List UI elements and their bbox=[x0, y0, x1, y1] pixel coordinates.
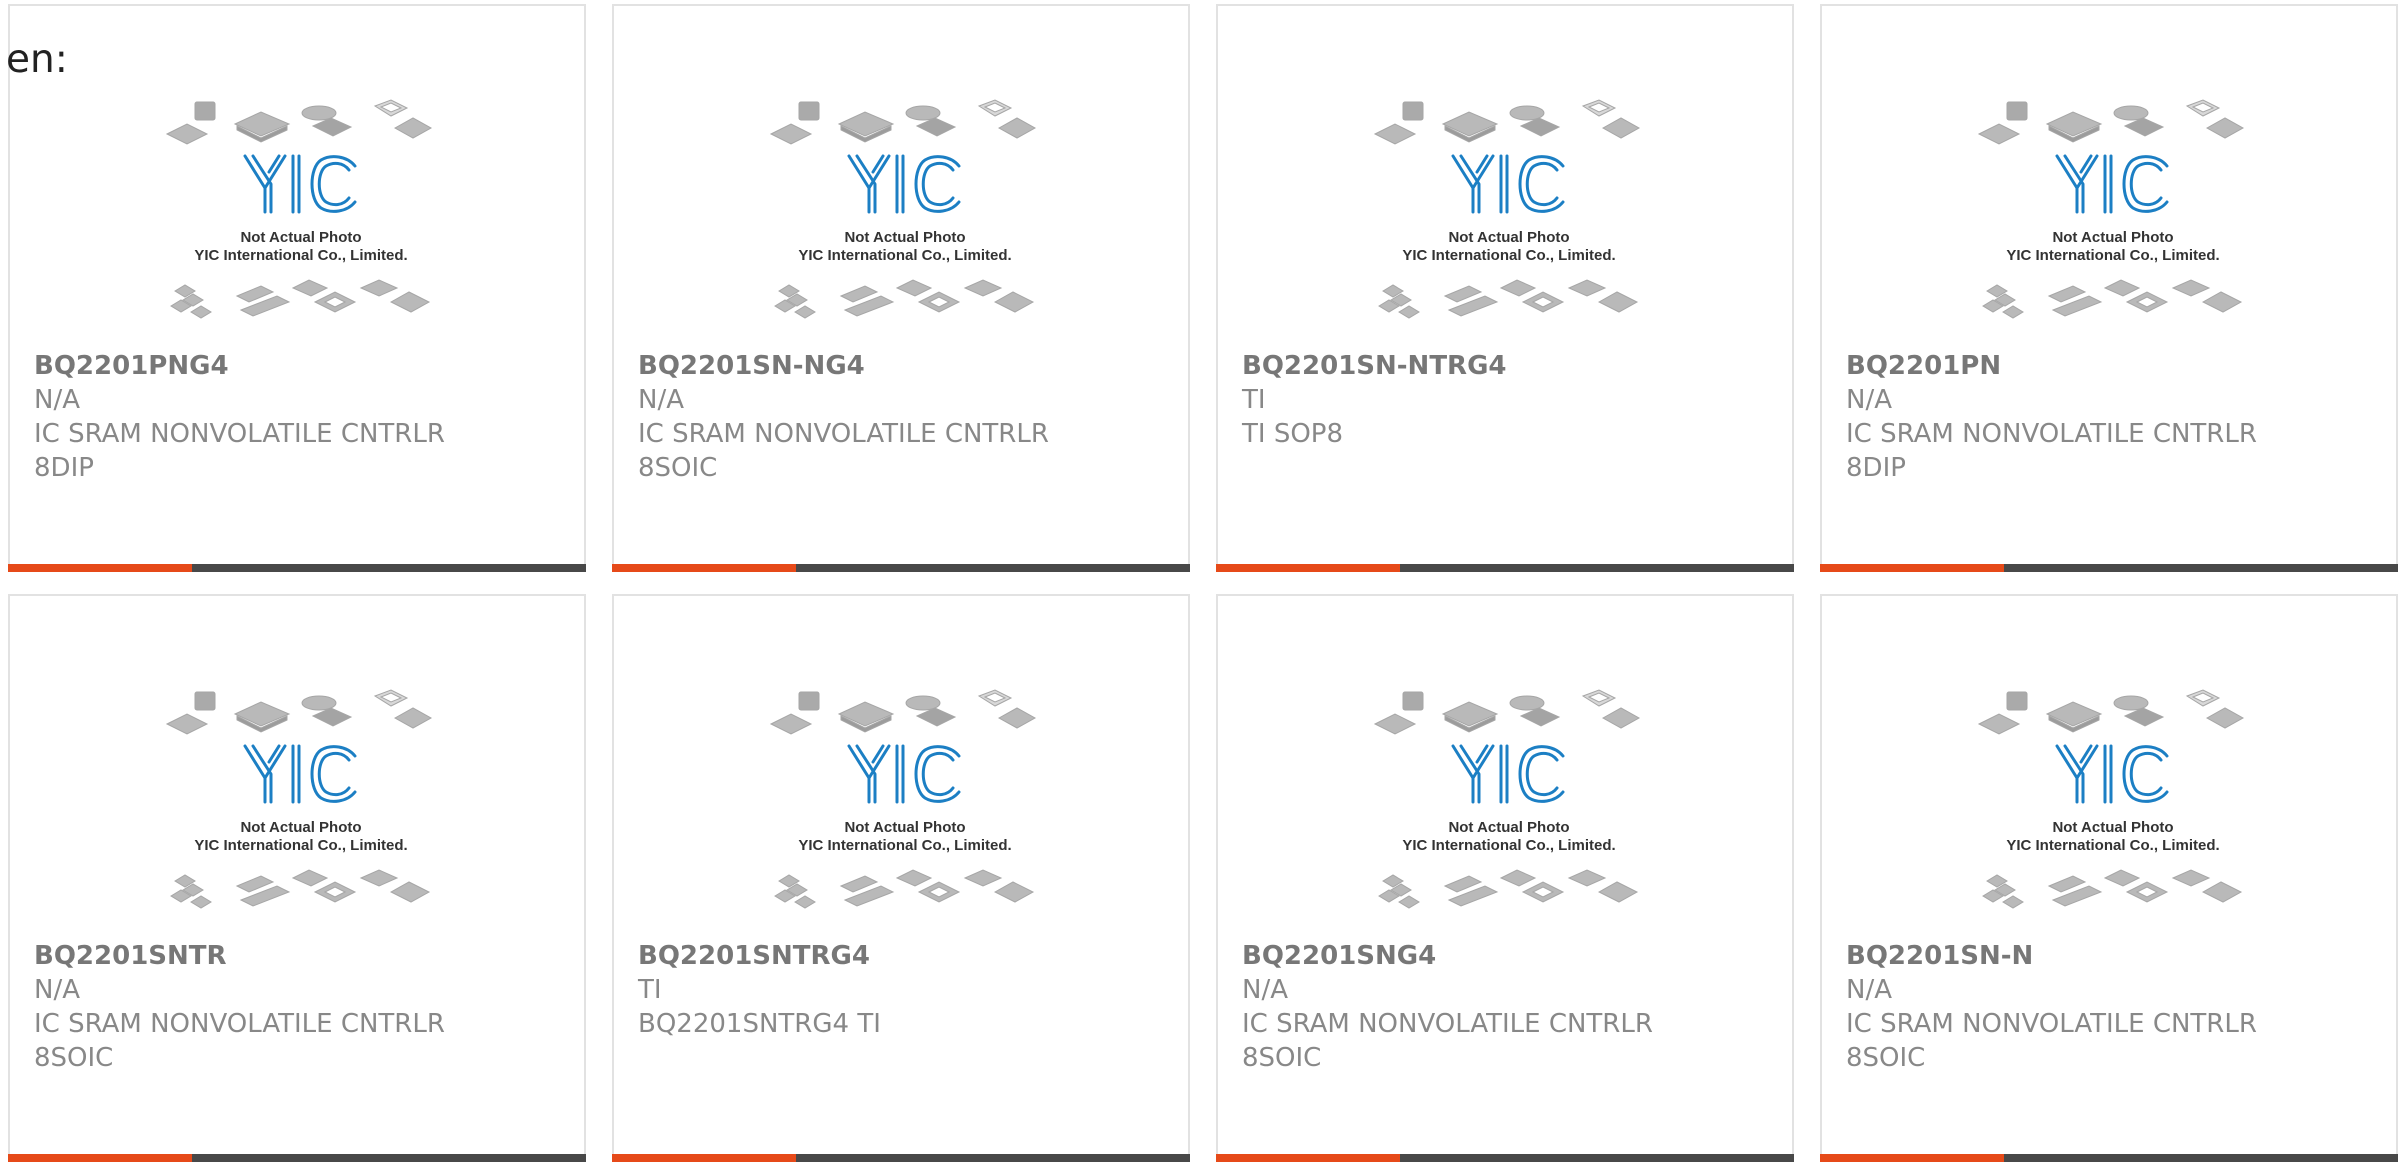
product-info: BQ2201PNG4 N/A IC SRAM NONVOLATILE CNTRL… bbox=[34, 349, 574, 485]
product-card[interactable]: Not Actual Photo YIC International Co., … bbox=[612, 4, 1190, 572]
product-image[interactable]: Not Actual Photo YIC International Co., … bbox=[769, 96, 1041, 340]
card-accent-bar bbox=[612, 564, 796, 572]
svg-text:Not Actual Photo: Not Actual Photo bbox=[1448, 229, 1569, 246]
product-card[interactable]: Not Actual Photo YIC International Co., … bbox=[1216, 4, 1794, 572]
language-label: en: bbox=[6, 37, 68, 82]
product-image[interactable]: Not Actual Photo YIC International Co., … bbox=[769, 686, 1041, 930]
svg-text:Not Actual Photo: Not Actual Photo bbox=[240, 819, 361, 836]
manufacturer: N/A bbox=[1846, 385, 1892, 415]
card-bottom-bar bbox=[8, 564, 586, 572]
card-bottom-bar bbox=[612, 564, 1190, 572]
manufacturer: TI bbox=[638, 975, 662, 1005]
description: IC SRAM NONVOLATILE CNTRLR bbox=[34, 1009, 445, 1039]
card-accent-bar bbox=[1820, 564, 2004, 572]
svg-text:Not Actual Photo: Not Actual Photo bbox=[2052, 819, 2173, 836]
svg-text:YIC International Co., Limited: YIC International Co., Limited. bbox=[1402, 247, 1615, 264]
product-info: BQ2201PN N/A IC SRAM NONVOLATILE CNTRLR … bbox=[1846, 349, 2386, 485]
svg-text:Not Actual Photo: Not Actual Photo bbox=[844, 819, 965, 836]
product-image[interactable]: Not Actual Photo YIC International Co., … bbox=[1373, 686, 1645, 930]
description: IC SRAM NONVOLATILE CNTRLR bbox=[1242, 1009, 1653, 1039]
product-image[interactable]: Not Actual Photo YIC International Co., … bbox=[1977, 96, 2249, 340]
product-info: BQ2201SN-NG4 N/A IC SRAM NONVOLATILE CNT… bbox=[638, 349, 1178, 485]
product-card[interactable]: Not Actual Photo YIC International Co., … bbox=[1216, 594, 1794, 1162]
manufacturer: N/A bbox=[1846, 975, 1892, 1005]
package: 8SOIC bbox=[1242, 1043, 1322, 1073]
product-card[interactable]: Not Actual Photo YIC International Co., … bbox=[8, 594, 586, 1162]
part-number-link[interactable]: BQ2201SNTR bbox=[34, 939, 574, 973]
description: IC SRAM NONVOLATILE CNTRLR bbox=[34, 419, 445, 449]
product-info: BQ2201SN-NTRG4 TI TI SOP8 bbox=[1242, 349, 1782, 451]
product-info: BQ2201SNG4 N/A IC SRAM NONVOLATILE CNTRL… bbox=[1242, 939, 1782, 1075]
svg-text:YIC International Co., Limited: YIC International Co., Limited. bbox=[2006, 247, 2219, 264]
card-bottom-bar bbox=[1216, 564, 1794, 572]
svg-text:YIC International Co., Limited: YIC International Co., Limited. bbox=[798, 837, 1011, 854]
svg-text:YIC International Co., Limited: YIC International Co., Limited. bbox=[798, 247, 1011, 264]
part-number-link[interactable]: BQ2201SN-N bbox=[1846, 939, 2386, 973]
product-image[interactable]: Not Actual Photo YIC International Co., … bbox=[1977, 686, 2249, 930]
svg-text:Not Actual Photo: Not Actual Photo bbox=[240, 229, 361, 246]
description: IC SRAM NONVOLATILE CNTRLR bbox=[638, 419, 1049, 449]
product-card[interactable]: Not Actual Photo YIC International Co., … bbox=[8, 4, 586, 572]
product-card[interactable]: Not Actual Photo YIC International Co., … bbox=[1820, 4, 2398, 572]
svg-text:YIC International Co., Limited: YIC International Co., Limited. bbox=[2006, 837, 2219, 854]
product-image[interactable]: Not Actual Photo YIC International Co., … bbox=[1373, 96, 1645, 340]
manufacturer: N/A bbox=[34, 975, 80, 1005]
package: 8DIP bbox=[1846, 453, 1906, 483]
part-number-link[interactable]: BQ2201SNTRG4 bbox=[638, 939, 1178, 973]
svg-text:Not Actual Photo: Not Actual Photo bbox=[2052, 229, 2173, 246]
package: 8DIP bbox=[34, 453, 94, 483]
product-info: BQ2201SNTRG4 TI BQ2201SNTRG4 TI bbox=[638, 939, 1178, 1041]
manufacturer: N/A bbox=[34, 385, 80, 415]
description: IC SRAM NONVOLATILE CNTRLR bbox=[1846, 1009, 2257, 1039]
svg-text:YIC International Co., Limited: YIC International Co., Limited. bbox=[194, 247, 407, 264]
svg-text:YIC International Co., Limited: YIC International Co., Limited. bbox=[194, 837, 407, 854]
part-number-link[interactable]: BQ2201SNG4 bbox=[1242, 939, 1782, 973]
product-image[interactable]: Not Actual Photo YIC International Co., … bbox=[165, 686, 437, 930]
part-number-link[interactable]: BQ2201SN-NTRG4 bbox=[1242, 349, 1782, 383]
product-info: BQ2201SN-N N/A IC SRAM NONVOLATILE CNTRL… bbox=[1846, 939, 2386, 1075]
part-number-link[interactable]: BQ2201PN bbox=[1846, 349, 2386, 383]
manufacturer: TI bbox=[1242, 385, 1266, 415]
description: TI SOP8 bbox=[1242, 419, 1344, 449]
card-bottom-bar bbox=[1820, 564, 2398, 572]
part-number-link[interactable]: BQ2201PNG4 bbox=[34, 349, 574, 383]
package: 8SOIC bbox=[638, 453, 718, 483]
product-info: BQ2201SNTR N/A IC SRAM NONVOLATILE CNTRL… bbox=[34, 939, 574, 1075]
package: 8SOIC bbox=[1846, 1043, 1926, 1073]
description: BQ2201SNTRG4 TI bbox=[638, 1009, 881, 1039]
product-grid: Not Actual Photo YIC International Co., … bbox=[0, 0, 2400, 1162]
card-accent-bar bbox=[8, 564, 192, 572]
product-card[interactable]: Not Actual Photo YIC International Co., … bbox=[612, 594, 1190, 1162]
part-number-link[interactable]: BQ2201SN-NG4 bbox=[638, 349, 1178, 383]
description: IC SRAM NONVOLATILE CNTRLR bbox=[1846, 419, 2257, 449]
svg-text:YIC International Co., Limited: YIC International Co., Limited. bbox=[1402, 837, 1615, 854]
product-card[interactable]: Not Actual Photo YIC International Co., … bbox=[1820, 594, 2398, 1162]
product-image[interactable]: Not Actual Photo YIC International Co., … bbox=[165, 96, 437, 340]
card-accent-bar bbox=[1216, 564, 1400, 572]
svg-text:Not Actual Photo: Not Actual Photo bbox=[844, 229, 965, 246]
manufacturer: N/A bbox=[1242, 975, 1288, 1005]
package: 8SOIC bbox=[34, 1043, 114, 1073]
manufacturer: N/A bbox=[638, 385, 684, 415]
svg-text:Not Actual Photo: Not Actual Photo bbox=[1448, 819, 1569, 836]
